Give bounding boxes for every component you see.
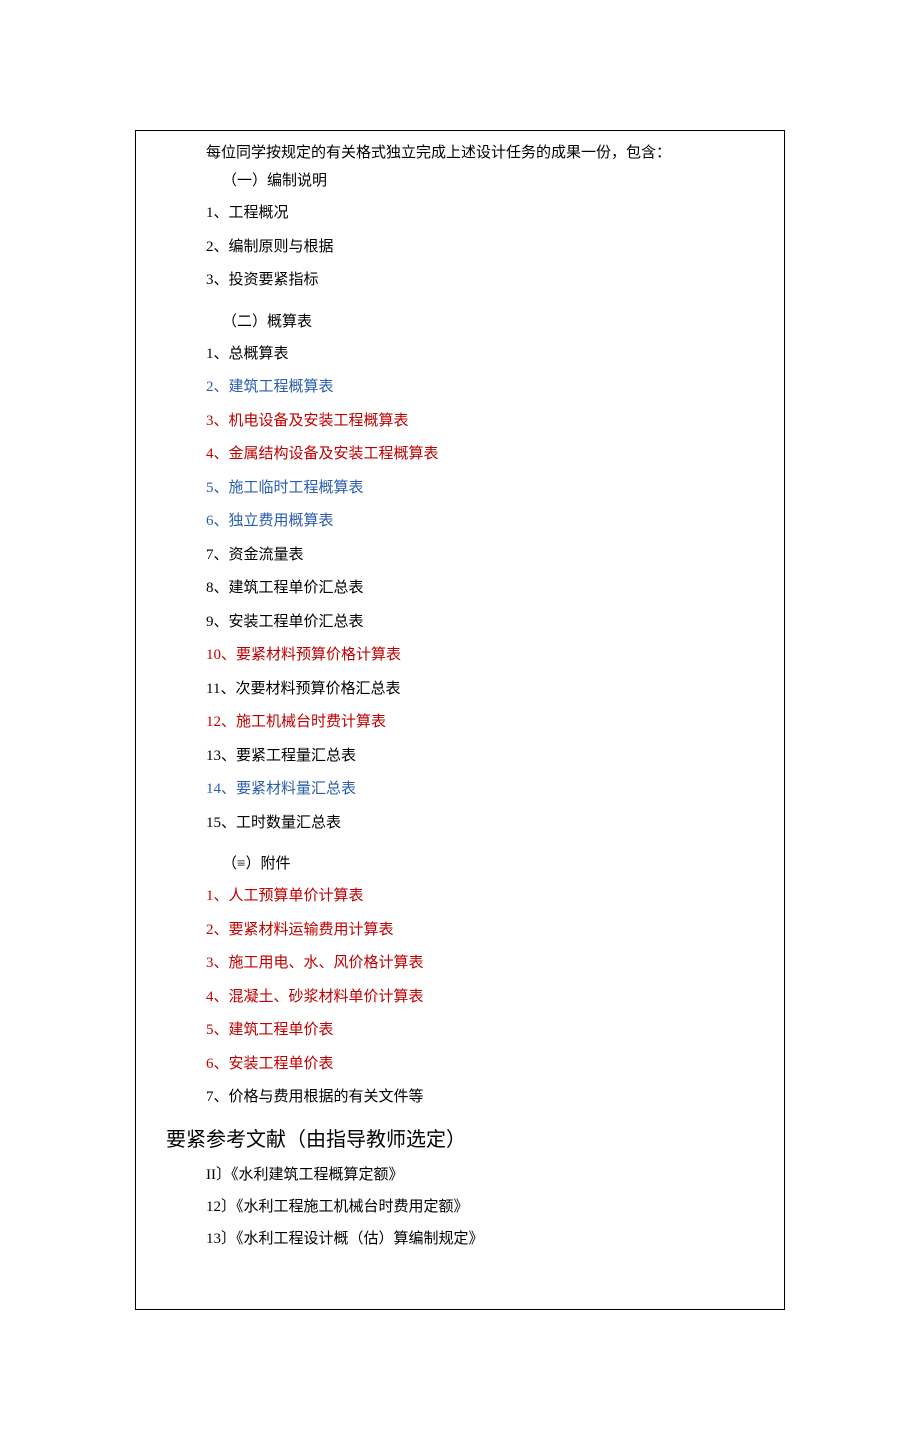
list-item: 8、建筑工程单价汇总表: [166, 577, 754, 600]
list-item: 6、独立费用概算表: [166, 510, 754, 533]
list-item: 13、要紧工程量汇总表: [166, 745, 754, 768]
list-item: 6、安装工程单价表: [166, 1053, 754, 1076]
page-wrapper: 每位同学按规定的有关格式独立完成上述设计任务的成果一份，包含： （一）编制说明 …: [0, 0, 920, 1440]
list-item: 7、价格与费用根据的有关文件等: [166, 1086, 754, 1109]
list-item: 11、次要材料预算价格汇总表: [166, 678, 754, 701]
list-item: 9、安装工程单价汇总表: [166, 611, 754, 634]
list-item: 2、编制原则与根据: [166, 236, 754, 259]
list-item: 3、施工用电、水、风价格计算表: [166, 952, 754, 975]
reference-item: II〕《水利建筑工程概算定额》: [166, 1163, 754, 1184]
section-3-head: （≡）附件: [166, 852, 754, 873]
section-2-head: （二）概算表: [166, 310, 754, 331]
list-item: 10、要紧材料预算价格计算表: [166, 644, 754, 667]
list-item: 14、要紧材料量汇总表: [166, 778, 754, 801]
list-item: 2、要紧材料运输费用计算表: [166, 919, 754, 942]
reference-item: 12〕《水利工程施工机械台时费用定额》: [166, 1195, 754, 1216]
list-item: 4、金属结构设备及安装工程概算表: [166, 443, 754, 466]
section-1-head: （一）编制说明: [166, 169, 754, 190]
list-item: 7、资金流量表: [166, 544, 754, 567]
list-item: 4、混凝土、砂浆材料单价计算表: [166, 986, 754, 1009]
content-box: 每位同学按规定的有关格式独立完成上述设计任务的成果一份，包含： （一）编制说明 …: [135, 130, 785, 1310]
list-item: 3、机电设备及安装工程概算表: [166, 410, 754, 433]
list-item: 5、建筑工程单价表: [166, 1019, 754, 1042]
list-item: 5、施工临时工程概算表: [166, 477, 754, 500]
list-item: 2、建筑工程概算表: [166, 376, 754, 399]
references-head: 要紧参考文献（由指导教师选定）: [166, 1123, 754, 1152]
list-item: 15、工时数量汇总表: [166, 812, 754, 835]
list-item: 12、施工机械台时费计算表: [166, 711, 754, 734]
list-item: 3、投资要紧指标: [166, 269, 754, 292]
list-item: 1、人工预算单价计算表: [166, 885, 754, 908]
list-item: 1、工程概况: [166, 202, 754, 225]
list-item: 1、总概算表: [166, 343, 754, 366]
reference-item: 13〕《水利工程设计概（估）算编制规定》: [166, 1227, 754, 1248]
intro-text: 每位同学按规定的有关格式独立完成上述设计任务的成果一份，包含：: [166, 141, 754, 165]
